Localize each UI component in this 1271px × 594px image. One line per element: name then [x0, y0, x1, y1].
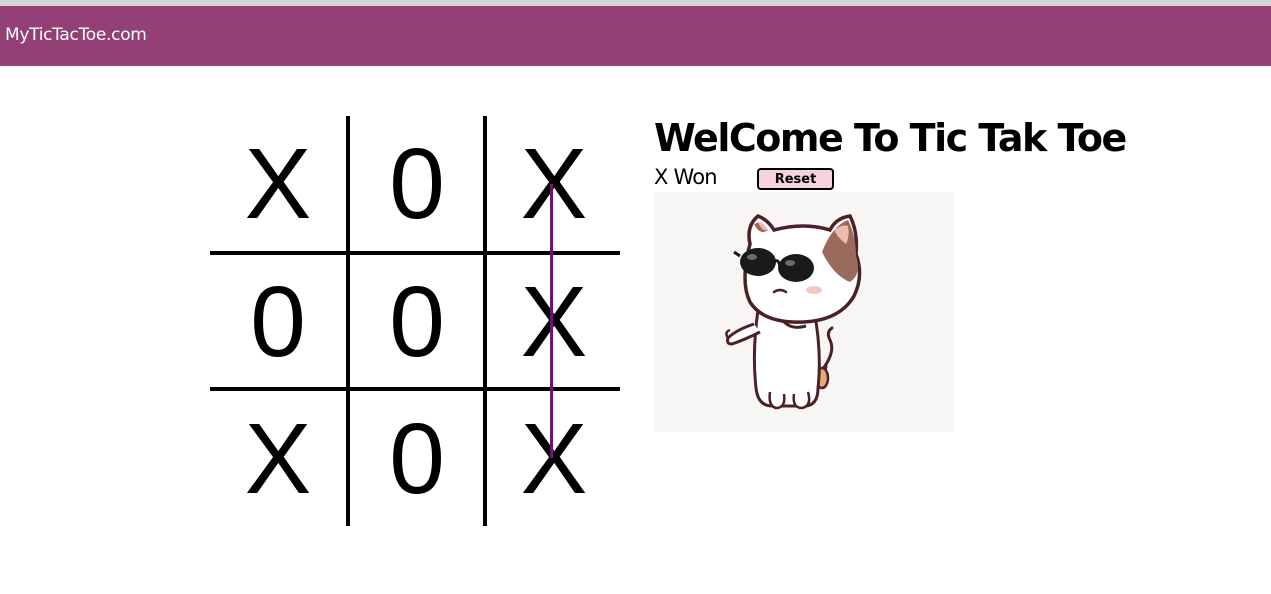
winning-line [550, 184, 553, 458]
brand-link[interactable]: MyTicTacToe.com [5, 25, 147, 45]
grid-line-vertical-2 [483, 116, 487, 526]
grid-line-horizontal-2 [210, 387, 620, 391]
reset-button[interactable]: Reset [757, 168, 834, 190]
game-board: X 0 X 0 0 X X 0 X [210, 116, 620, 526]
board-cell-9[interactable]: X [488, 392, 620, 526]
board-cell-2[interactable]: 0 [350, 116, 484, 252]
board-cell-1[interactable]: X [210, 116, 346, 252]
grid-line-horizontal-1 [210, 251, 620, 255]
cat-sunglasses-icon [725, 213, 862, 410]
board-cell-8[interactable]: 0 [350, 392, 484, 526]
board-cell-7[interactable]: X [210, 392, 346, 526]
game-status: X Won [654, 165, 718, 189]
page-title: WelCome To Tic Tak Toe [654, 116, 1127, 160]
cool-cat-image [654, 192, 954, 432]
board-cell-3[interactable]: X [488, 116, 620, 252]
grid-line-vertical-1 [346, 116, 350, 526]
board-cell-5[interactable]: 0 [350, 256, 484, 388]
board-cell-6[interactable]: X [488, 256, 620, 388]
board-cell-4[interactable]: 0 [210, 256, 346, 388]
navbar: MyTicTacToe.com [0, 6, 1271, 66]
